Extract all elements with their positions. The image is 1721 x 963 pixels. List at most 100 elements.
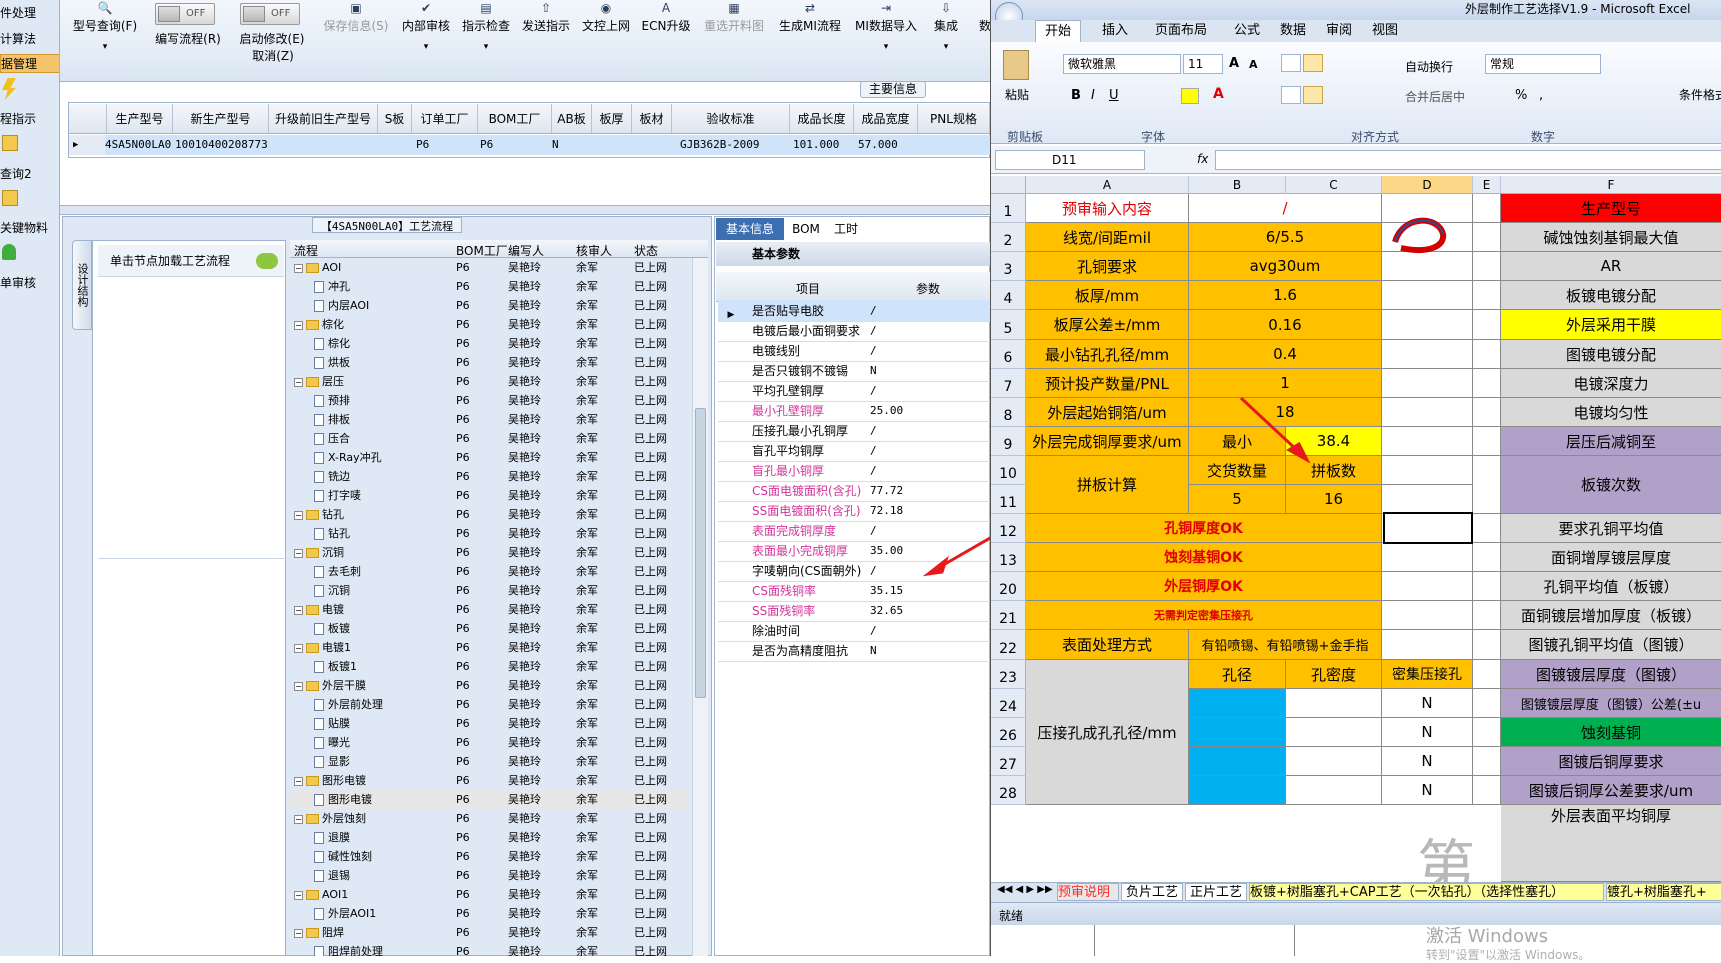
doc-control-online-button[interactable]: ◉ 文控上网 xyxy=(578,0,634,70)
param-row[interactable]: 最小孔壁铜厚 25.00 xyxy=(718,400,993,422)
sheet-cell[interactable]: 电镀深度力 xyxy=(1501,369,1721,398)
sheet-grid[interactable]: 1 2 3 4 5 6 7 8 9 10 11 12 13 20 21 22 23 24 26 27 28 预审输入内容 /… xyxy=(991,194,1721,882)
sheet-cell[interactable]: 外层采用干膜 xyxy=(1501,310,1721,340)
side-tab-design[interactable]: 设计结构 xyxy=(72,240,92,330)
ribbon-tab-formulas[interactable]: 公式 xyxy=(1227,20,1267,42)
param-row[interactable]: 电镀后最小面铜要求 / xyxy=(718,320,993,342)
sheet-cell[interactable] xyxy=(1382,572,1473,601)
conditional-format-button[interactable]: 条件格式 xyxy=(1679,86,1721,103)
ribbon-tab-data[interactable]: 数据 xyxy=(1273,20,1313,42)
grid-col-header[interactable]: 板材 xyxy=(632,104,672,134)
sheet-cell[interactable] xyxy=(1382,340,1473,369)
reselect-cut-map-button[interactable]: ▦ 重选开料图 xyxy=(698,0,770,70)
sheet-cell[interactable]: avg30um xyxy=(1189,252,1382,281)
collapse-icon[interactable]: − xyxy=(294,890,303,900)
sheet-cell[interactable]: 孔铜平均值（板镀） xyxy=(1501,572,1721,601)
tree-node-row[interactable]: 铣边 P6 吴艳玲 余军 已上网 xyxy=(290,467,690,486)
sheet-cell[interactable]: 电镀均匀性 xyxy=(1501,398,1721,427)
sheet-cell[interactable]: 孔铜厚度OK xyxy=(1026,514,1382,543)
tree-col-author[interactable]: 编写人 xyxy=(508,242,544,259)
column-header-c[interactable]: C xyxy=(1286,176,1382,194)
row-header[interactable]: 22 xyxy=(991,630,1026,660)
row-header[interactable]: 11 xyxy=(991,485,1026,514)
sheet-cell[interactable]: 预审输入内容 xyxy=(1026,194,1189,223)
sheet-cell[interactable] xyxy=(1473,514,1501,543)
sheet-cell[interactable] xyxy=(1189,776,1286,805)
tree-folder-row[interactable]: − 外层干膜 P6 吴艳玲 余军 已上网 xyxy=(290,676,690,695)
generate-mi-flow-button[interactable]: ⇄ 生成MI流程 xyxy=(774,0,846,70)
collapse-icon[interactable]: − xyxy=(294,263,303,273)
tree-node-row[interactable]: 外层前处理 P6 吴艳玲 余军 已上网 xyxy=(290,695,690,714)
param-value[interactable]: N xyxy=(870,640,877,662)
param-row[interactable]: 盲孔平均铜厚 / xyxy=(718,440,993,462)
grid-cell[interactable]: N xyxy=(552,135,582,155)
sheet-cell[interactable]: 蚀刻基铜 xyxy=(1501,718,1721,747)
sheet-cell[interactable] xyxy=(1286,776,1382,805)
sheet-tab-prereview[interactable]: 预审说明 xyxy=(1057,883,1119,901)
row-header[interactable]: 23 xyxy=(991,660,1026,689)
sheet-cell[interactable] xyxy=(1473,427,1501,456)
ribbon-tab-insert[interactable]: 插入 xyxy=(1095,20,1135,42)
sheet-cell[interactable] xyxy=(1382,485,1473,514)
collapse-icon[interactable]: − xyxy=(294,681,303,691)
tree-col-status[interactable]: 状态 xyxy=(634,242,658,259)
tree-node-row[interactable]: 预排 P6 吴艳玲 余军 已上网 xyxy=(290,391,690,410)
sheet-cell[interactable] xyxy=(1473,281,1501,310)
sheet-cell[interactable] xyxy=(1286,689,1382,718)
sheet-cell[interactable] xyxy=(1473,776,1501,805)
tree-folder-row[interactable]: − 棕化 P6 吴艳玲 余军 已上网 xyxy=(290,315,690,334)
sheet-cell[interactable]: 生产型号 xyxy=(1501,194,1721,223)
grid-cell[interactable]: 57.000 xyxy=(858,135,918,155)
tree-node-row[interactable]: 排板 P6 吴艳玲 余军 已上网 xyxy=(290,410,690,429)
param-row[interactable]: CS面残铜率 35.15 xyxy=(718,580,993,602)
sheet-cell[interactable] xyxy=(1382,456,1473,485)
param-value[interactable]: / xyxy=(870,340,877,362)
tab-bom[interactable]: BOM xyxy=(786,218,826,240)
sheet-cell[interactable] xyxy=(1473,310,1501,340)
sheet-cell[interactable]: 图镀镀层厚度（图镀）公差(±u xyxy=(1501,689,1721,718)
row-header[interactable]: 8 xyxy=(991,398,1026,427)
sheet-cell[interactable] xyxy=(1473,456,1501,514)
wrap-text-button[interactable]: 自动换行 xyxy=(1405,58,1453,75)
ecn-upgrade-button[interactable]: A ECN升级 xyxy=(638,0,694,70)
tree-node-row[interactable]: 钻孔 P6 吴艳玲 余军 已上网 xyxy=(290,524,690,543)
sheet-cell[interactable] xyxy=(1382,601,1473,630)
row-header[interactable]: 27 xyxy=(991,747,1026,776)
sheet-cell[interactable]: 图镀电镀分配 xyxy=(1501,340,1721,369)
grid-col-header[interactable]: 成品长度 xyxy=(790,104,854,134)
sheet-cell[interactable] xyxy=(1382,398,1473,427)
sheet-cell[interactable]: 板镀电镀分配 xyxy=(1501,281,1721,310)
collapse-icon[interactable]: − xyxy=(294,320,303,330)
align-center-button[interactable] xyxy=(1303,86,1323,104)
param-value[interactable]: / xyxy=(870,620,877,642)
tree-node-row[interactable]: 贴膜 P6 吴艳玲 余军 已上网 xyxy=(290,714,690,733)
instruction-check-button[interactable]: ▤ 指示检查 ▾ xyxy=(458,0,514,70)
grid-cell[interactable]: 4SA5N00LA0 xyxy=(105,135,173,155)
sheet-cell[interactable]: 孔径 xyxy=(1189,660,1286,689)
nav-item[interactable]: 计算法 xyxy=(0,30,59,47)
sheet-cell[interactable] xyxy=(1382,630,1473,660)
tree-node-row[interactable]: 板镀 P6 吴艳玲 余军 已上网 xyxy=(290,619,690,638)
params-col-value[interactable]: 参数 xyxy=(916,280,940,297)
sheet-cell[interactable]: / xyxy=(1189,194,1382,223)
sheet-cell[interactable] xyxy=(1189,747,1286,776)
sheet-cell[interactable]: N xyxy=(1382,689,1473,718)
param-row[interactable]: 平均孔壁铜厚 / xyxy=(718,380,993,402)
sheet-cell[interactable]: 有铅喷锡、有铅喷锡+金手指 xyxy=(1189,630,1382,660)
sheet-cell[interactable] xyxy=(1189,689,1286,718)
params-col-item[interactable]: 项目 xyxy=(796,280,820,297)
param-value[interactable]: / xyxy=(870,320,877,342)
param-row[interactable]: 压接孔最小孔铜厚 / xyxy=(718,420,993,442)
sheet-cell[interactable]: N xyxy=(1382,718,1473,747)
tree-folder-row[interactable]: − 图形电镀 P6 吴艳玲 余军 已上网 xyxy=(290,771,690,790)
sheet-cell[interactable] xyxy=(1473,398,1501,427)
paste-icon[interactable] xyxy=(1003,50,1029,80)
sheet-cell[interactable]: 密集压接孔 xyxy=(1382,660,1473,689)
mi-data-import-button[interactable]: ⇥ MI数据导入 ▾ xyxy=(850,0,922,70)
ribbon-tab-page-layout[interactable]: 页面布局 xyxy=(1141,20,1221,42)
sheet-cell[interactable]: 孔密度 xyxy=(1286,660,1382,689)
grid-cell[interactable]: P6 xyxy=(480,135,540,155)
font-size-select[interactable]: 11 xyxy=(1183,54,1223,74)
tree-folder-row[interactable]: − 沉铜 P6 吴艳玲 余军 已上网 xyxy=(290,543,690,562)
sheet-cell[interactable] xyxy=(1473,340,1501,369)
